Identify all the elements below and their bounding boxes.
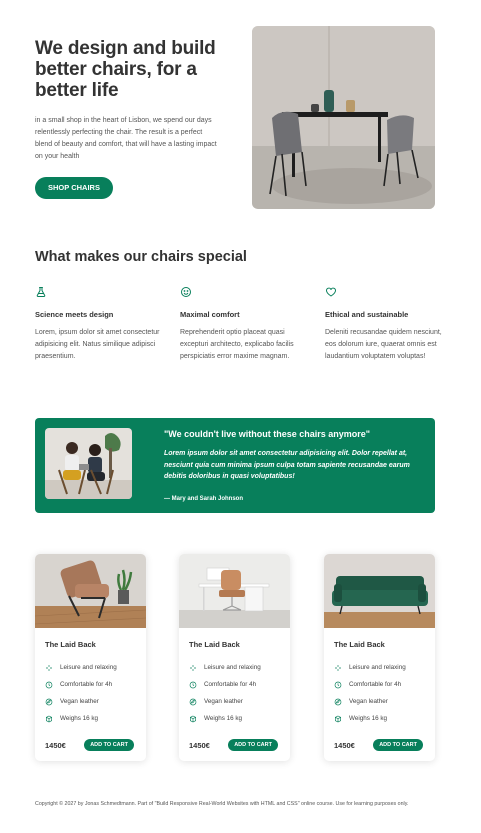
clock-icon [334, 681, 342, 688]
leaf-icon [189, 698, 197, 705]
product-footer: 1450€ ADD TO CART [334, 739, 423, 751]
box-icon [190, 715, 196, 722]
footer-copyright: Copyright © 2027 by Jonas Schmedtmann. P… [35, 801, 409, 807]
product-card: The Laid Back Leisure and relaxing Comfo… [324, 554, 435, 761]
feature-text: Reprehenderit optio placeat quasi except… [180, 329, 294, 360]
leaf-icon [334, 698, 342, 705]
attribute-label: Comfortable for 4h [204, 681, 257, 688]
features-title: What makes our chairs special [35, 249, 247, 265]
hero-image [252, 26, 435, 209]
product-price: 1450€ [334, 740, 355, 750]
add-to-cart-button[interactable]: ADD TO CART [373, 739, 423, 751]
hero-description: in a small shop in the heart of Lisbon, … [35, 117, 217, 160]
attribute-item: Leisure and relaxing [45, 659, 117, 676]
attribute-item: Weighs 16 kg [45, 710, 117, 727]
attribute-label: Leisure and relaxing [349, 664, 406, 671]
shop-chairs-button[interactable]: SHOP CHAIRS [35, 177, 113, 199]
attribute-item: Vegan leather [334, 693, 406, 710]
flask-icon [36, 287, 46, 297]
product-title: The Laid Back [334, 640, 385, 649]
attribute-label: Vegan leather [60, 698, 99, 705]
product-image [35, 554, 146, 628]
attribute-item: Weighs 16 kg [189, 710, 261, 727]
product-title: The Laid Back [45, 640, 96, 649]
testimonial-author: — Mary and Sarah Johnson [164, 496, 244, 502]
attribute-item: Leisure and relaxing [189, 659, 261, 676]
feature-item: Science meets design Lorem, ipsum dolor … [35, 286, 160, 363]
attribute-label: Weighs 16 kg [60, 715, 99, 722]
attribute-label: Comfortable for 4h [60, 681, 113, 688]
box-icon [46, 715, 52, 722]
attribute-item: Weighs 16 kg [334, 710, 406, 727]
product-attributes: Leisure and relaxing Comfortable for 4h … [45, 659, 117, 727]
product-attributes: Leisure and relaxing Comfortable for 4h … [334, 659, 406, 727]
sparkles-icon [335, 664, 341, 671]
attribute-label: Vegan leather [349, 698, 388, 705]
product-card: The Laid Back Leisure and relaxing Comfo… [35, 554, 146, 761]
add-to-cart-button[interactable]: ADD TO CART [84, 739, 134, 751]
feature-text: Deleniti recusandae quidem nesciunt, eos… [325, 329, 442, 360]
attribute-item: Leisure and relaxing [334, 659, 406, 676]
product-card: The Laid Back Leisure and relaxing Comfo… [179, 554, 290, 761]
feature-item: Maximal comfort Reprehenderit optio plac… [180, 286, 305, 363]
attribute-item: Vegan leather [189, 693, 261, 710]
clock-icon [189, 681, 197, 688]
feature-title: Ethical and sustainable [325, 310, 409, 319]
product-price: 1450€ [45, 740, 66, 750]
attribute-label: Comfortable for 4h [349, 681, 402, 688]
box-icon [335, 715, 341, 722]
testimonial-quote: "We couldn't live without these chairs a… [164, 429, 371, 439]
hero-text: We design and build better chairs, for a… [35, 38, 225, 199]
product-image [324, 554, 435, 628]
attribute-item: Comfortable for 4h [45, 676, 117, 693]
product-footer: 1450€ ADD TO CART [45, 739, 134, 751]
attribute-label: Leisure and relaxing [60, 664, 117, 671]
attribute-item: Comfortable for 4h [334, 676, 406, 693]
sparkles-icon [46, 664, 52, 671]
attribute-label: Weighs 16 kg [349, 715, 388, 722]
attribute-label: Vegan leather [204, 698, 243, 705]
smile-icon [181, 287, 191, 297]
product-price: 1450€ [189, 740, 210, 750]
feature-text: Lorem, ipsum dolor sit amet consectetur … [35, 329, 160, 360]
attribute-item: Vegan leather [45, 693, 117, 710]
add-to-cart-button[interactable]: ADD TO CART [228, 739, 278, 751]
leaf-icon [45, 698, 53, 705]
feature-title: Maximal comfort [180, 310, 240, 319]
testimonial-body: Lorem ipsum dolor sit amet consectetur a… [164, 450, 410, 480]
attribute-label: Leisure and relaxing [204, 664, 261, 671]
heart-icon [325, 287, 337, 297]
testimonial-photo [45, 428, 132, 499]
attribute-label: Weighs 16 kg [204, 715, 243, 722]
sparkles-icon [190, 664, 196, 671]
feature-item: Ethical and sustainable Deleniti recusan… [325, 286, 450, 363]
product-title: The Laid Back [189, 640, 240, 649]
hero-section: We design and build better chairs, for a… [35, 26, 435, 209]
product-footer: 1450€ ADD TO CART [189, 739, 278, 751]
testimonial-section: "We couldn't live without these chairs a… [35, 418, 435, 513]
product-attributes: Leisure and relaxing Comfortable for 4h … [189, 659, 261, 727]
clock-icon [45, 681, 53, 688]
product-image [179, 554, 290, 628]
hero-title: We design and build better chairs, for a… [35, 38, 216, 101]
feature-title: Science meets design [35, 310, 114, 319]
attribute-item: Comfortable for 4h [189, 676, 261, 693]
